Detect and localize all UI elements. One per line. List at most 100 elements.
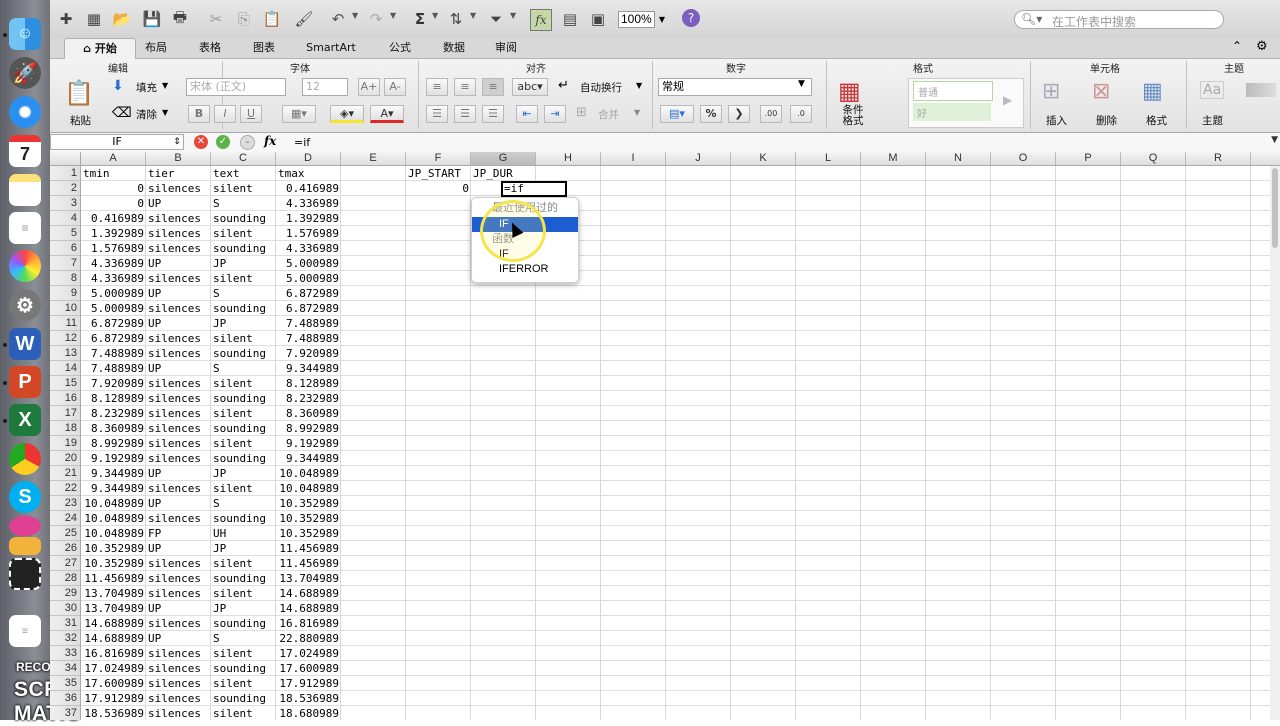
paste-button[interactable]: 📋 粘贴 — [60, 77, 100, 127]
font-color-icon[interactable]: A▾ — [370, 105, 404, 123]
align-middle-icon[interactable]: ≡ — [454, 78, 476, 96]
cell[interactable]: 10.352989 — [276, 496, 341, 511]
column-header[interactable]: Q — [1121, 152, 1186, 165]
cell[interactable]: 14.688989 — [81, 616, 146, 631]
cell[interactable]: silent — [211, 586, 276, 601]
column-header[interactable]: M — [861, 152, 926, 165]
cell[interactable]: silences — [146, 481, 211, 496]
cell[interactable]: 4.336989 — [276, 196, 341, 211]
autosum-dropdown-icon[interactable]: ▼ — [432, 11, 438, 20]
cell[interactable]: silent — [211, 676, 276, 691]
row-header[interactable]: 27 — [50, 556, 80, 571]
active-cell-g2[interactable]: =if — [501, 181, 567, 197]
conditional-format-button[interactable]: ▦ 条件格式 — [830, 77, 876, 129]
cell[interactable]: 18.536989 — [276, 691, 341, 706]
italic-icon[interactable]: I — [214, 105, 236, 123]
cell[interactable]: 1.392989 — [81, 226, 146, 241]
row-header[interactable]: 32 — [50, 631, 80, 646]
gallery-next-icon[interactable]: ▶ — [1003, 93, 1012, 107]
screenshot-selection-icon[interactable] — [9, 558, 41, 590]
cell[interactable]: silent — [211, 271, 276, 286]
align-right-icon[interactable]: ☰ — [482, 105, 504, 123]
cell[interactable]: 10.352989 — [276, 526, 341, 541]
cell[interactable]: 8.128989 — [276, 376, 341, 391]
decrease-indent-icon[interactable]: ⇤ — [516, 105, 538, 123]
cell[interactable]: S — [211, 286, 276, 301]
comma-style-icon[interactable]: ❯ — [728, 105, 750, 123]
cell[interactable]: 13.704989 — [81, 601, 146, 616]
column-header[interactable]: L — [796, 152, 861, 165]
cell[interactable]: 13.704989 — [276, 571, 341, 586]
row-header[interactable]: 4 — [50, 211, 80, 226]
cell[interactable]: 17.912989 — [276, 676, 341, 691]
cell[interactable]: text — [211, 166, 276, 181]
cell[interactable]: sounding — [211, 421, 276, 436]
cell[interactable]: 4.336989 — [81, 256, 146, 271]
borders-icon[interactable]: ▦▾ — [282, 105, 316, 123]
cell[interactable]: 16.816989 — [81, 646, 146, 661]
cell[interactable]: sounding — [211, 616, 276, 631]
save-icon[interactable]: 💾 — [142, 9, 162, 29]
column-header[interactable]: E — [341, 152, 406, 165]
cell[interactable]: 17.024989 — [81, 661, 146, 676]
pencil-app-icon[interactable] — [9, 537, 41, 555]
column-header[interactable]: B — [146, 152, 211, 165]
zoom-dropdown-icon[interactable]: ▼ — [654, 11, 669, 28]
row-header[interactable]: 21 — [50, 466, 80, 481]
number-format-dropdown-icon[interactable]: ▼ — [798, 79, 805, 89]
text-orientation-icon[interactable]: abc▾ — [512, 78, 548, 96]
row-header[interactable]: 33 — [50, 646, 80, 661]
cell[interactable]: 9.192989 — [276, 436, 341, 451]
cell[interactable]: 7.920989 — [81, 376, 146, 391]
cell[interactable]: sounding — [211, 346, 276, 361]
formula-builder-icon[interactable]: fx — [530, 9, 552, 31]
cell[interactable]: silences — [146, 211, 211, 226]
row-header[interactable]: 8 — [50, 271, 80, 286]
cell[interactable]: 6.872989 — [276, 301, 341, 316]
cell[interactable]: JP — [211, 256, 276, 271]
cell[interactable]: UP — [146, 361, 211, 376]
cell[interactable]: 0.416989 — [276, 181, 341, 196]
cell[interactable]: silences — [146, 691, 211, 706]
row-header[interactable]: 30 — [50, 601, 80, 616]
format-painter-icon[interactable]: 🖌 — [294, 9, 314, 29]
column-header[interactable]: D — [276, 152, 341, 165]
tab-tables[interactable]: 表格 — [190, 38, 230, 58]
cell[interactable]: silences — [146, 301, 211, 316]
cell[interactable]: 16.816989 — [276, 616, 341, 631]
cell[interactable]: sounding — [211, 511, 276, 526]
row-header[interactable]: 7 — [50, 256, 80, 271]
cell[interactable]: tmax — [276, 166, 341, 181]
row-header[interactable]: 11 — [50, 316, 80, 331]
row-header[interactable]: 14 — [50, 361, 80, 376]
cell[interactable]: sounding — [211, 661, 276, 676]
vertical-scrollbar[interactable] — [1270, 166, 1280, 720]
skype-icon[interactable]: S — [9, 481, 41, 513]
cell[interactable]: 22.880989 — [276, 631, 341, 646]
align-left-icon[interactable]: ☰ — [426, 105, 448, 123]
row-header[interactable]: 12 — [50, 331, 80, 346]
cell[interactable]: 14.688989 — [276, 586, 341, 601]
cancel-formula-icon[interactable]: ✕ — [194, 135, 208, 149]
cell[interactable]: silences — [146, 376, 211, 391]
cell[interactable]: S — [211, 631, 276, 646]
accounting-format-icon[interactable]: ▤▾ — [660, 105, 694, 123]
cell[interactable]: tmin — [81, 166, 146, 181]
ribbon-collapse-icon[interactable]: ⌃ — [1232, 39, 1242, 53]
column-header[interactable]: P — [1056, 152, 1121, 165]
cell[interactable]: UP — [146, 496, 211, 511]
cell[interactable]: S — [211, 196, 276, 211]
cell[interactable]: UP — [146, 541, 211, 556]
decrease-decimal-icon[interactable]: .0 — [790, 105, 812, 123]
undo-icon[interactable]: ↶ — [328, 9, 348, 29]
open-folder-icon[interactable]: 📂 — [112, 9, 132, 29]
row-header[interactable]: 23 — [50, 496, 80, 511]
cell[interactable]: JP_START — [406, 166, 471, 181]
cell[interactable]: 6.872989 — [81, 331, 146, 346]
cell[interactable]: UP — [146, 466, 211, 481]
cell[interactable]: 13.704989 — [81, 586, 146, 601]
cell[interactable]: 6.872989 — [276, 286, 341, 301]
cell[interactable]: 4.336989 — [81, 271, 146, 286]
cell[interactable]: silences — [146, 241, 211, 256]
toolbox-icon[interactable]: ▣ — [588, 9, 608, 29]
